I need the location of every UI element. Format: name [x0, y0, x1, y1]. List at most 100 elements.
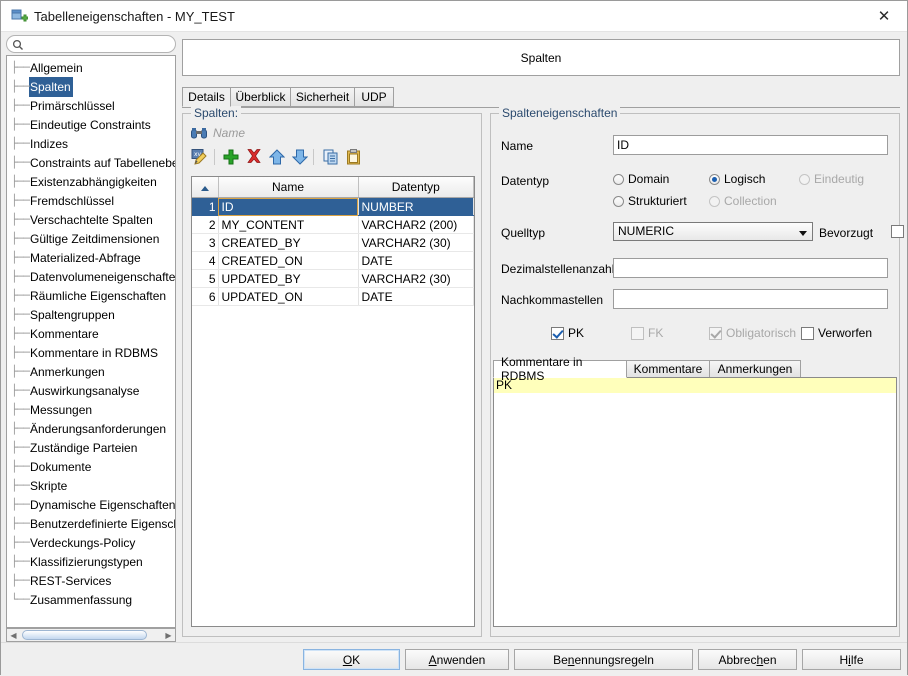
- sidebar-item-verschachtelte-spalten[interactable]: ├── Verschachtelte Spalten: [7, 210, 175, 229]
- precision-field[interactable]: [613, 258, 888, 278]
- sidebar-item-klassifizierungstypen[interactable]: ├── Klassifizierungstypen: [7, 552, 175, 571]
- copy-icon[interactable]: [320, 146, 342, 168]
- search-box[interactable]: [6, 35, 176, 53]
- sidebar-item-datenvolumeneigenschaften[interactable]: ├── Datenvolumeneigenschaften: [7, 267, 175, 286]
- edit-icon[interactable]: xy: [189, 146, 211, 168]
- tab-details[interactable]: Details: [182, 87, 231, 107]
- sidebar-item-dokumente[interactable]: ├── Dokumente: [7, 457, 175, 476]
- button-ok[interactable]: OK: [303, 649, 400, 670]
- radio-eindeutig: Eindeutig: [799, 172, 864, 186]
- sourcetype-combo[interactable]: NUMERIC: [613, 222, 813, 241]
- sidebar-item-verdeckungs-policy[interactable]: ├── Verdeckungs-Policy: [7, 533, 175, 552]
- table-row[interactable]: 2 MY_CONTENT VARCHAR2 (200): [192, 215, 474, 234]
- sidebar-tree[interactable]: ├── Allgemein ├── Spalten ├── Primärschlüssel…: [6, 55, 176, 628]
- button-benennungsregeln[interactable]: Benennungsregeln: [514, 649, 693, 670]
- sidebar-item-spalten[interactable]: ├── Spalten: [7, 77, 175, 97]
- scale-field[interactable]: [613, 289, 888, 309]
- close-icon[interactable]: ✕: [861, 1, 907, 31]
- table-row[interactable]: 4 CREATED_ON DATE: [192, 251, 474, 270]
- preferred-checkbox[interactable]: [891, 224, 908, 238]
- checkbox-pk[interactable]: PK: [551, 326, 584, 340]
- sidebar-item-label: Kommentare in RDBMS: [30, 346, 159, 360]
- row-name-cell[interactable]: MY_CONTENT: [218, 215, 359, 234]
- row-name-cell[interactable]: UPDATED_ON: [218, 287, 359, 306]
- sidebar-item-nderungsanforderungen[interactable]: ├── Änderungsanforderungen: [7, 419, 175, 438]
- sidebar-item-constraints-auf-tabellenebene[interactable]: ├── Constraints auf Tabellenebene: [7, 153, 175, 172]
- sidebar-item-fremdschl-ssel[interactable]: ├── Fremdschlüssel: [7, 191, 175, 210]
- sidebar-item-skripte[interactable]: ├── Skripte: [7, 476, 175, 495]
- table-row[interactable]: 5 UPDATED_BY VARCHAR2 (30): [192, 269, 474, 288]
- sidebar-item-kommentare-in-rdbms[interactable]: ├── Kommentare in RDBMS: [7, 343, 175, 362]
- row-datatype-cell[interactable]: NUMBER: [358, 197, 474, 216]
- columns-table[interactable]: Name Datentyp 1 ID NUMBER 2 MY_CONTENT VARCHA…: [191, 176, 475, 627]
- button-abbrechen[interactable]: Abbrechen: [698, 649, 797, 670]
- search-input[interactable]: [27, 37, 173, 53]
- sidebar-item-materialized-abfrage[interactable]: ├── Materialized-Abfrage: [7, 248, 175, 267]
- sort-ascending-icon: [200, 186, 209, 191]
- row-datatype-cell[interactable]: VARCHAR2 (30): [358, 233, 474, 252]
- sidebar-item-indizes[interactable]: ├── Indizes: [7, 134, 175, 153]
- move-down-icon[interactable]: [289, 146, 311, 168]
- comment-tab-kommentare-in-rdbms[interactable]: Kommentare in RDBMS: [493, 355, 627, 383]
- row-datatype-cell[interactable]: DATE: [358, 251, 474, 270]
- tab-udp[interactable]: UDP: [354, 87, 394, 107]
- sidebar-item-rest-services[interactable]: ├── REST-Services: [7, 571, 175, 590]
- sidebar-item-r-umliche-eigenschaften[interactable]: ├── Räumliche Eigenschaften: [7, 286, 175, 305]
- comment-tab-label: Kommentare: [633, 362, 703, 376]
- tab-bar[interactable]: Details Überblick Sicherheit UDP: [182, 87, 900, 108]
- tab--berblick[interactable]: Überblick: [230, 87, 291, 107]
- column-header-datatype[interactable]: Datentyp: [358, 177, 474, 198]
- row-datatype-cell[interactable]: DATE: [358, 287, 474, 306]
- sidebar-item-prim-rschl-ssel[interactable]: ├── Primärschlüssel: [7, 96, 175, 115]
- sidebar-item-dynamische-eigenschaften[interactable]: ├── Dynamische Eigenschaften: [7, 495, 175, 514]
- tab-sicherheit[interactable]: Sicherheit: [290, 87, 355, 107]
- row-datatype-cell[interactable]: VARCHAR2 (30): [358, 269, 474, 288]
- sidebar-item-eindeutige-constraints[interactable]: ├── Eindeutige Constraints: [7, 115, 175, 134]
- row-datatype-cell[interactable]: VARCHAR2 (200): [358, 215, 474, 234]
- radio-logisch[interactable]: Logisch: [709, 172, 765, 186]
- row-name-cell[interactable]: CREATED_ON: [218, 251, 359, 270]
- radio-domain[interactable]: Domain: [613, 172, 669, 186]
- sidebar-item-allgemein[interactable]: ├── Allgemein: [7, 58, 175, 77]
- radio-strukturiert[interactable]: Strukturiert: [613, 194, 687, 208]
- sidebar-item-kommentare[interactable]: ├── Kommentare: [7, 324, 175, 343]
- row-name-cell[interactable]: ID: [218, 197, 359, 216]
- column-header-name[interactable]: Name: [218, 177, 359, 198]
- sidebar-horizontal-scrollbar[interactable]: ◀ ▶: [6, 628, 176, 642]
- move-up-icon[interactable]: [266, 146, 288, 168]
- button-hilfe[interactable]: Hilfe: [802, 649, 901, 670]
- scroll-left-icon[interactable]: ◀: [7, 629, 20, 641]
- sidebar-item-spaltengruppen[interactable]: ├── Spaltengruppen: [7, 305, 175, 324]
- sidebar-item-messungen[interactable]: ├── Messungen: [7, 400, 175, 419]
- comment-tab-kommentare[interactable]: Kommentare: [626, 360, 710, 378]
- sidebar-item-benutzerdefinierte-eigenschaft[interactable]: ├──Benutzerdefinierte Eigenschaft: [7, 514, 175, 533]
- delete-icon[interactable]: [243, 146, 265, 168]
- row-name-cell[interactable]: UPDATED_BY: [218, 269, 359, 288]
- tree-connector-icon: ├──: [11, 555, 30, 568]
- binoculars-icon[interactable]: [191, 127, 207, 139]
- table-row[interactable]: 6 UPDATED_ON DATE: [192, 287, 474, 306]
- sidebar-item-anmerkungen[interactable]: ├── Anmerkungen: [7, 362, 175, 381]
- comment-tab-anmerkungen[interactable]: Anmerkungen: [709, 360, 801, 378]
- comment-tab-bar[interactable]: Kommentare in RDBMS Kommentare Anmerkungen: [493, 355, 897, 383]
- column-header-index[interactable]: [192, 177, 219, 198]
- comment-text-area[interactable]: PK: [493, 377, 897, 627]
- sidebar-item-auswirkungsanalyse[interactable]: ├── Auswirkungsanalyse: [7, 381, 175, 400]
- add-icon[interactable]: [220, 146, 242, 168]
- sidebar-item-existenzabh-ngigkeiten[interactable]: ├── Existenzabhängigkeiten: [7, 172, 175, 191]
- scroll-right-icon[interactable]: ▶: [162, 629, 175, 641]
- table-row[interactable]: 3 CREATED_BY VARCHAR2 (30): [192, 233, 474, 252]
- sidebar-item-g-ltige-zeitdimensionen[interactable]: ├── Gültige Zeitdimensionen: [7, 229, 175, 248]
- name-field[interactable]: ID: [613, 135, 888, 155]
- button-anwenden[interactable]: Anwenden: [405, 649, 509, 670]
- sidebar-item-label: Gültige Zeitdimensionen: [30, 232, 160, 246]
- row-name-cell[interactable]: CREATED_BY: [218, 233, 359, 252]
- scrollbar-thumb[interactable]: [22, 630, 147, 640]
- sidebar-item-zusammenfassung[interactable]: └── Zusammenfassung: [7, 590, 175, 609]
- checkbox-indicator: [709, 327, 722, 340]
- checkbox-verworfen[interactable]: Verworfen: [801, 326, 872, 340]
- paste-icon[interactable]: [343, 146, 365, 168]
- tree-connector-icon: ├──: [11, 251, 30, 264]
- sidebar-item-zust-ndige-parteien[interactable]: ├── Zuständige Parteien: [7, 438, 175, 457]
- table-row[interactable]: 1 ID NUMBER: [192, 197, 474, 216]
